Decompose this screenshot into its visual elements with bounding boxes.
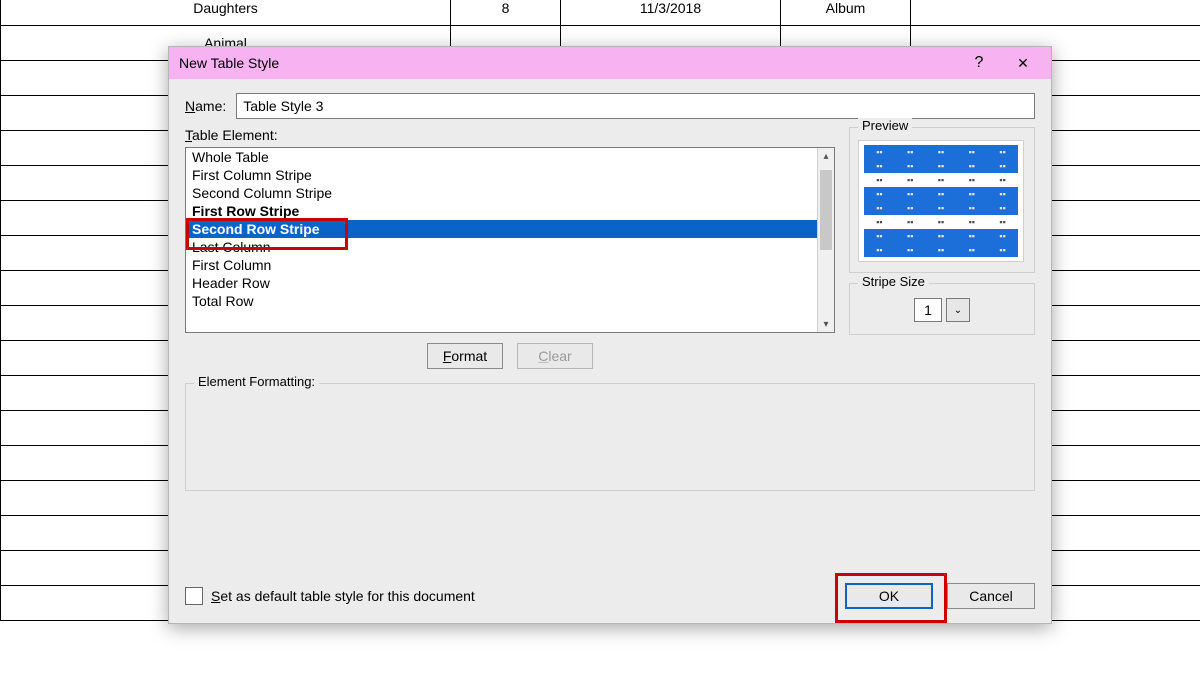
table-element-option[interactable]: First Row Stripe — [186, 202, 818, 220]
preview-swatch: ▪▪▪▪▪▪▪▪▪▪▪▪▪▪▪▪▪▪▪▪▪▪▪▪▪▪▪▪▪▪▪▪▪▪▪▪▪▪▪▪… — [858, 140, 1024, 262]
dialog-title: New Table Style — [179, 55, 957, 71]
stripe-size-label: Stripe Size — [858, 274, 929, 289]
clear-button[interactable]: Clear — [517, 343, 593, 369]
element-formatting-label: Element Formatting: — [194, 374, 319, 389]
table-element-option[interactable]: Total Row — [186, 292, 818, 310]
scroll-up-arrow[interactable]: ▴ — [818, 148, 834, 164]
stripe-size-dropdown[interactable]: ⌄ — [946, 298, 970, 322]
table-element-option[interactable]: First Column Stripe — [186, 166, 818, 184]
element-formatting-group: Element Formatting: — [185, 383, 1035, 491]
set-default-label: Set as default table style for this docu… — [211, 588, 845, 604]
help-button[interactable]: ? — [957, 48, 1001, 78]
new-table-style-dialog: New Table Style ? ✕ Name: Table Element:… — [168, 46, 1052, 624]
preview-label: Preview — [858, 118, 912, 133]
table-element-option[interactable]: Whole Table — [186, 148, 818, 166]
table-cell[interactable]: 8 — [450, 0, 560, 25]
table-row[interactable]: Daughters811/3/2018Album — [0, 0, 1200, 25]
name-label: Name: — [185, 98, 226, 114]
ok-button[interactable]: OK — [845, 583, 933, 609]
dialog-titlebar[interactable]: New Table Style ? ✕ — [169, 47, 1051, 79]
table-element-option[interactable]: Second Column Stripe — [186, 184, 818, 202]
table-cell[interactable]: 11/3/2018 — [560, 0, 780, 25]
stripe-size-value[interactable]: 1 — [914, 298, 942, 322]
scroll-down-arrow[interactable]: ▾ — [818, 316, 834, 332]
table-element-listbox[interactable]: Whole TableFirst Column StripeSecond Col… — [185, 147, 835, 333]
format-button[interactable]: Format — [427, 343, 503, 369]
table-cell[interactable]: Album — [780, 0, 910, 25]
style-name-input[interactable] — [236, 93, 1035, 119]
table-element-option[interactable]: Header Row — [186, 274, 818, 292]
cancel-button[interactable]: Cancel — [947, 583, 1035, 609]
scroll-thumb[interactable] — [820, 170, 832, 250]
table-element-option[interactable]: Last Column — [186, 238, 818, 256]
stripe-size-group: Stripe Size 1 ⌄ — [849, 283, 1035, 335]
table-element-option[interactable]: Second Row Stripe — [186, 220, 818, 238]
table-element-option[interactable]: First Column — [186, 256, 818, 274]
listbox-scrollbar[interactable]: ▴ ▾ — [817, 148, 834, 332]
preview-group: Preview ▪▪▪▪▪▪▪▪▪▪▪▪▪▪▪▪▪▪▪▪▪▪▪▪▪▪▪▪▪▪▪▪… — [849, 127, 1035, 273]
table-cell[interactable]: Daughters — [0, 0, 450, 25]
table-element-label: Table Element: — [185, 127, 835, 143]
close-button[interactable]: ✕ — [1001, 48, 1045, 78]
set-default-checkbox[interactable] — [185, 587, 203, 605]
